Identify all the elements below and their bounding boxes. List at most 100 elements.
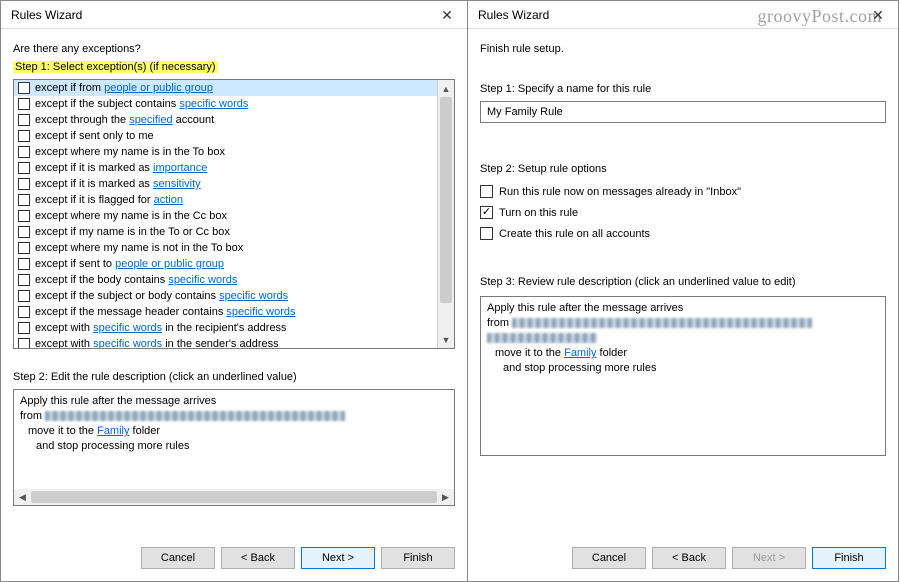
checkbox-icon[interactable] — [18, 178, 30, 190]
scroll-thumb[interactable] — [440, 97, 452, 303]
scroll-up-icon[interactable]: ▲ — [438, 80, 454, 97]
checkbox-icon[interactable] — [18, 322, 30, 334]
exception-text: except where my name is in the Cc box — [35, 210, 227, 222]
exception-link[interactable]: specific words — [226, 306, 295, 318]
rules-wizard-right-pane: Rules Wizard ✕ Finish rule setup. Step 1… — [467, 0, 899, 582]
exception-text: except if from people or public group — [35, 82, 213, 94]
checkbox-icon[interactable] — [18, 242, 30, 254]
checkbox-icon[interactable] — [18, 130, 30, 142]
exception-text: except if sent to people or public group — [35, 258, 224, 270]
exception-item[interactable]: except with specific words in the sender… — [14, 336, 437, 348]
exception-link[interactable]: specific words — [93, 338, 162, 348]
exception-item[interactable]: except if the subject or body contains s… — [14, 288, 437, 304]
back-button[interactable]: < Back — [221, 547, 295, 569]
back-button[interactable]: < Back — [652, 547, 726, 569]
exception-item[interactable]: except where my name is not in the To bo… — [14, 240, 437, 256]
rule-description-box[interactable]: Apply this rule after the message arrive… — [480, 296, 886, 456]
exception-link[interactable]: specific words — [93, 322, 162, 334]
button-row: Cancel < Back Next > Finish — [1, 539, 467, 581]
exception-text: except if the subject or body contains s… — [35, 290, 288, 302]
exception-item[interactable]: except where my name is in the To box — [14, 144, 437, 160]
exception-text: except if the body contains specific wor… — [35, 274, 237, 286]
checkbox-icon[interactable] — [18, 98, 30, 110]
exception-item[interactable]: except if it is flagged for action — [14, 192, 437, 208]
desc-line: from — [20, 409, 448, 424]
checkbox-icon[interactable] — [18, 258, 30, 270]
exception-link[interactable]: importance — [153, 162, 207, 174]
cancel-button[interactable]: Cancel — [141, 547, 215, 569]
rule-name-input[interactable] — [480, 101, 886, 123]
checkbox-icon[interactable] — [18, 226, 30, 238]
checkbox-icon[interactable] — [18, 290, 30, 302]
scroll-thumb[interactable] — [31, 491, 437, 503]
exception-item[interactable]: except if the message header contains sp… — [14, 304, 437, 320]
desc-line: Apply this rule after the message arrive… — [487, 301, 879, 316]
scrollbar-vertical[interactable]: ▲ ▼ — [437, 80, 454, 348]
scroll-down-icon[interactable]: ▼ — [438, 331, 454, 348]
exception-text: except if the message header contains sp… — [35, 306, 295, 318]
exception-text: except if sent only to me — [35, 130, 154, 142]
exceptions-question: Are there any exceptions? — [13, 43, 455, 55]
checkbox-icon[interactable] — [18, 306, 30, 318]
scroll-left-icon[interactable]: ◀ — [14, 489, 31, 505]
desc-line: move it to the Family folder — [20, 424, 448, 439]
exceptions-listbox[interactable]: except if from people or public group exc… — [13, 79, 455, 349]
checkbox-icon[interactable] — [18, 114, 30, 126]
checkbox-icon[interactable] — [18, 338, 30, 348]
exception-link[interactable]: specific words — [219, 290, 288, 302]
exception-item[interactable]: except with specific words in the recipi… — [14, 320, 437, 336]
exception-item[interactable]: except if the body contains specific wor… — [14, 272, 437, 288]
button-row: Cancel < Back Next > Finish — [468, 539, 898, 581]
step3-label: Step 3: Review rule description (click a… — [480, 276, 886, 288]
scroll-right-icon[interactable]: ▶ — [437, 489, 454, 505]
exception-item[interactable]: except where my name is in the Cc box — [14, 208, 437, 224]
option-all-accounts[interactable]: Create this rule on all accounts — [480, 227, 886, 240]
exception-text: except where my name is not in the To bo… — [35, 242, 243, 254]
checkbox-icon[interactable] — [480, 227, 493, 240]
window-title: Rules Wizard — [11, 8, 82, 22]
checkbox-icon[interactable] — [18, 146, 30, 158]
option-turn-on[interactable]: Turn on this rule — [480, 206, 886, 219]
next-button: Next > — [732, 547, 806, 569]
desc-line: and stop processing more rules — [20, 439, 448, 454]
cancel-button[interactable]: Cancel — [572, 547, 646, 569]
exception-link[interactable]: people or public group — [115, 258, 224, 270]
exception-link[interactable]: people or public group — [104, 82, 213, 94]
exception-item[interactable]: except if the subject contains specific … — [14, 96, 437, 112]
close-icon[interactable]: ✕ — [433, 5, 461, 25]
titlebar: Rules Wizard ✕ — [1, 1, 467, 29]
exception-item[interactable]: except if my name is in the To or Cc box — [14, 224, 437, 240]
step1-label: Step 1: Specify a name for this rule — [480, 83, 886, 95]
desc-line: move it to the Family folder — [487, 346, 879, 361]
option-run-now[interactable]: Run this rule now on messages already in… — [480, 185, 886, 198]
exception-link[interactable]: specified — [129, 114, 172, 126]
exception-link[interactable]: specific words — [168, 274, 237, 286]
exception-item[interactable]: except if sent only to me — [14, 128, 437, 144]
scrollbar-horizontal[interactable]: ◀ ▶ — [13, 489, 455, 506]
checkbox-icon[interactable] — [18, 210, 30, 222]
exception-item[interactable]: except if sent to people or public group — [14, 256, 437, 272]
folder-link[interactable]: Family — [564, 347, 596, 359]
rule-description-box[interactable]: Apply this rule after the message arrive… — [13, 389, 455, 489]
folder-link[interactable]: Family — [97, 425, 129, 437]
exception-link[interactable]: action — [154, 194, 183, 206]
exception-link[interactable]: sensitivity — [153, 178, 201, 190]
exception-item[interactable]: except if from people or public group — [14, 80, 437, 96]
checkbox-icon[interactable] — [18, 274, 30, 286]
checkbox-icon[interactable] — [480, 185, 493, 198]
checkbox-icon[interactable] — [18, 162, 30, 174]
next-button[interactable]: Next > — [301, 547, 375, 569]
exception-item[interactable]: except through the specified account — [14, 112, 437, 128]
finish-button[interactable]: Finish — [812, 547, 886, 569]
close-icon[interactable]: ✕ — [864, 5, 892, 25]
exception-text: except if my name is in the To or Cc box — [35, 226, 230, 238]
checkbox-icon[interactable] — [18, 194, 30, 206]
exception-text: except if it is flagged for action — [35, 194, 183, 206]
exception-item[interactable]: except if it is marked as importance — [14, 160, 437, 176]
checkbox-icon[interactable] — [18, 82, 30, 94]
checkbox-checked-icon[interactable] — [480, 206, 493, 219]
exception-item[interactable]: except if it is marked as sensitivity — [14, 176, 437, 192]
exception-link[interactable]: specific words — [179, 98, 248, 110]
exception-text: except through the specified account — [35, 114, 214, 126]
finish-button[interactable]: Finish — [381, 547, 455, 569]
